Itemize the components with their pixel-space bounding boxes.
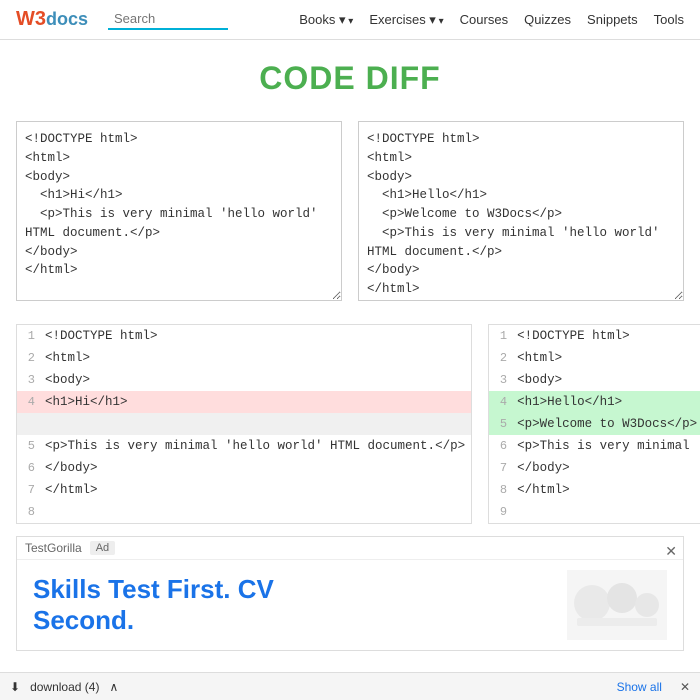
- diff-line-number: 9: [495, 505, 517, 519]
- diff-line: 9: [489, 501, 700, 523]
- logo[interactable]: W3docs: [16, 8, 88, 31]
- diff-line: 7</body>: [489, 457, 700, 479]
- diff-line-number: 7: [495, 461, 517, 475]
- diff-line-code: </html>: [517, 483, 700, 497]
- diff-line-number: 6: [23, 461, 45, 475]
- diff-line-code: <body>: [45, 373, 465, 387]
- textarea-row: <!DOCTYPE html> <html> <body> <h1>Hi</h1…: [16, 121, 684, 304]
- diff-line-code: </html>: [45, 483, 465, 497]
- nav-exercises[interactable]: Exercises ▾: [369, 12, 443, 28]
- ad-visual: [567, 570, 667, 640]
- ad-text: Skills Test First. CV Second.: [33, 574, 547, 636]
- ad-illustration: [572, 573, 662, 638]
- ad-close-button[interactable]: ✕: [665, 543, 677, 560]
- diff-line: 5<p>This is very minimal 'hello world' H…: [17, 435, 471, 457]
- diff-line: 1<!DOCTYPE html>: [489, 325, 700, 347]
- nav-quizzes[interactable]: Quizzes: [524, 12, 571, 27]
- diff-line-number: 3: [23, 373, 45, 387]
- logo-docs: docs: [46, 9, 88, 30]
- diff-line: 7</html>: [17, 479, 471, 501]
- diff-output: 1<!DOCTYPE html>2<html>3<body>4<h1>Hi</h…: [16, 324, 684, 524]
- diff-line-number: 3: [495, 373, 517, 387]
- diff-line: 8</html>: [489, 479, 700, 501]
- diff-line: 5<p>Welcome to W3Docs</p>: [489, 413, 700, 435]
- nav-tools[interactable]: Tools: [654, 12, 684, 27]
- diff-line-code: <!DOCTYPE html>: [517, 329, 700, 343]
- ad-title-line1: Skills Test First. CV: [33, 574, 547, 605]
- diff-line: 3<body>: [489, 369, 700, 391]
- diff-line: 3<body>: [17, 369, 471, 391]
- ad-topbar: TestGorilla Ad ✕: [17, 537, 683, 560]
- nav-courses[interactable]: Courses: [460, 12, 508, 27]
- diff-line-code: <!DOCTYPE html>: [45, 329, 465, 343]
- download-label: download (4): [30, 680, 99, 694]
- textarea-left-wrap: <!DOCTYPE html> <html> <body> <h1>Hi</h1…: [16, 121, 342, 304]
- page-title: CODE DIFF: [16, 60, 684, 97]
- diff-line: 2<html>: [17, 347, 471, 369]
- diff-line-number: 6: [495, 439, 517, 453]
- ad-banner: TestGorilla Ad ✕ Skills Test First. CV S…: [16, 536, 684, 651]
- diff-line-number: 2: [495, 351, 517, 365]
- download-chevron[interactable]: ∧: [109, 680, 118, 694]
- diff-line: 8: [17, 501, 471, 523]
- diff-line-number: 5: [23, 439, 45, 453]
- diff-line-number: 8: [23, 505, 45, 519]
- textarea-right[interactable]: <!DOCTYPE html> <html> <body> <h1>Hello<…: [358, 121, 684, 301]
- logo-w3: W3: [16, 8, 46, 31]
- diff-line-code: <p>Welcome to W3Docs</p>: [517, 417, 700, 431]
- show-all-button[interactable]: Show all: [617, 680, 662, 694]
- diff-line: 1<!DOCTYPE html>: [17, 325, 471, 347]
- diff-line-code: <p>This is very minimal 'hello world' HT…: [45, 439, 465, 453]
- diff-line: 6<p>This is very minimal 'hello world' H…: [489, 435, 700, 457]
- diff-line-code: </body>: [517, 461, 700, 475]
- ad-tag: TestGorilla: [25, 541, 82, 555]
- diff-line-number: 8: [495, 483, 517, 497]
- diff-line-code: </body>: [45, 461, 465, 475]
- diff-line-number: 1: [23, 329, 45, 343]
- navbar: W3docs Books ▾ Exercises ▾ Courses Quizz…: [0, 0, 700, 40]
- main-content: CODE DIFF <!DOCTYPE html> <html> <body> …: [0, 40, 700, 671]
- diff-line-number: 2: [23, 351, 45, 365]
- diff-panel-left: 1<!DOCTYPE html>2<html>3<body>4<h1>Hi</h…: [16, 324, 472, 524]
- diff-line-number: 4: [23, 395, 45, 409]
- diff-line-number: 7: [23, 483, 45, 497]
- diff-line-code: <p>This is very minimal 'hello world' HT…: [517, 439, 700, 453]
- search-input[interactable]: [108, 9, 228, 30]
- diff-line-code: <h1>Hi</h1>: [45, 395, 465, 409]
- diff-line: 4<h1>Hello</h1>: [489, 391, 700, 413]
- diff-panel-right: 1<!DOCTYPE html>2<html>3<body>4<h1>Hello…: [488, 324, 700, 524]
- search-box[interactable]: [108, 9, 228, 30]
- bottom-bar: ⬇ download (4) ∧ Show all ✕: [0, 672, 700, 700]
- diff-line: [17, 413, 471, 435]
- diff-line: 2<html>: [489, 347, 700, 369]
- diff-line-number: 1: [495, 329, 517, 343]
- diff-line-code: <html>: [45, 351, 465, 365]
- bottom-bar-close[interactable]: ✕: [680, 680, 690, 694]
- diff-line-number: 5: [495, 417, 517, 431]
- nav-snippets[interactable]: Snippets: [587, 12, 638, 27]
- nav-links: Books ▾ Exercises ▾ Courses Quizzes Snip…: [299, 12, 684, 28]
- diff-line: 4<h1>Hi</h1>: [17, 391, 471, 413]
- ad-content: Skills Test First. CV Second.: [17, 560, 683, 650]
- diff-line-code: <h1>Hello</h1>: [517, 395, 700, 409]
- ad-title-line2: Second.: [33, 605, 547, 636]
- textarea-left[interactable]: <!DOCTYPE html> <html> <body> <h1>Hi</h1…: [16, 121, 342, 301]
- diff-line: 6</body>: [17, 457, 471, 479]
- diff-line-code: <html>: [517, 351, 700, 365]
- nav-books[interactable]: Books ▾: [299, 12, 353, 28]
- diff-line-code: <body>: [517, 373, 700, 387]
- ad-badge: Ad: [90, 541, 115, 555]
- textarea-right-wrap: <!DOCTYPE html> <html> <body> <h1>Hello<…: [358, 121, 684, 304]
- diff-line-number: 4: [495, 395, 517, 409]
- download-icon: ⬇: [10, 680, 20, 694]
